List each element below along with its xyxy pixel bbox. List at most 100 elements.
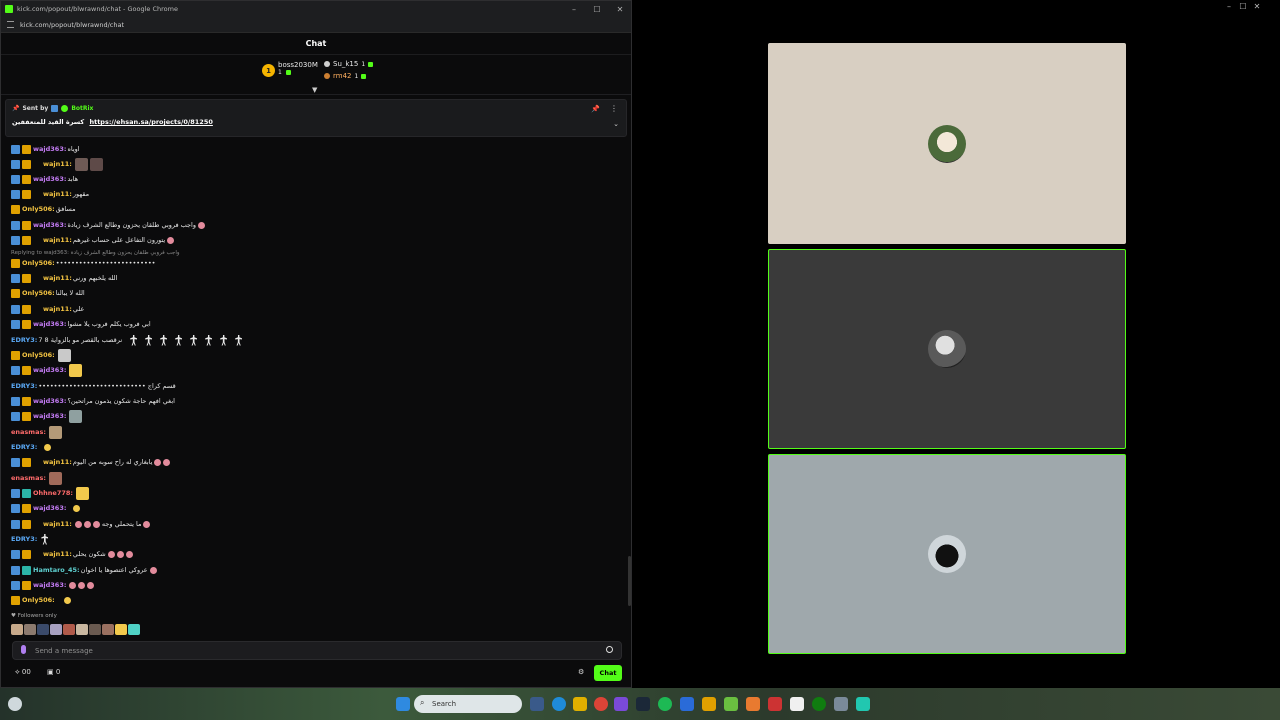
- close-icon[interactable]: ✕: [1250, 0, 1264, 12]
- username[interactable]: wajd363:: [33, 504, 66, 512]
- username[interactable]: Ohhne778:: [33, 489, 73, 497]
- username[interactable]: EDRY3:: [11, 443, 37, 451]
- mic-icon[interactable]: [21, 645, 26, 654]
- username[interactable]: wajd363:: [33, 221, 66, 229]
- pinned-message[interactable]: 📌 Sent by BotRix كسرة القيد للمتعففين ht…: [5, 99, 627, 137]
- username[interactable]: wajd363:: [33, 412, 66, 420]
- avatar[interactable]: [24, 624, 36, 635]
- spotify-icon[interactable]: [658, 697, 672, 711]
- avatar[interactable]: [89, 624, 101, 635]
- username[interactable]: wajd363:: [33, 320, 66, 328]
- start-icon[interactable]: [396, 697, 410, 711]
- app-icon[interactable]: [702, 697, 716, 711]
- username[interactable]: wajn11:: [43, 274, 72, 282]
- avatar[interactable]: [37, 624, 49, 635]
- username[interactable]: wajd363:: [33, 175, 66, 183]
- username[interactable]: wajd363:: [33, 581, 66, 589]
- participant-tile[interactable]: [768, 249, 1126, 449]
- avatar[interactable]: [128, 624, 140, 635]
- chat-message: wajd363:: [11, 578, 95, 592]
- app-icon[interactable]: [768, 697, 782, 711]
- chrome-icon[interactable]: [594, 697, 608, 711]
- collapse-arrow-icon[interactable]: ▼: [312, 86, 317, 94]
- avatar[interactable]: [102, 624, 114, 635]
- recent-chatters[interactable]: [11, 624, 140, 635]
- username[interactable]: wajd363:: [33, 145, 66, 153]
- edge-icon[interactable]: [552, 697, 566, 711]
- app-icon[interactable]: [724, 697, 738, 711]
- avatar[interactable]: [115, 624, 127, 635]
- emote: [116, 550, 124, 558]
- leaderboard-entry[interactable]: rm42 1: [324, 72, 367, 80]
- username[interactable]: Only506:: [22, 259, 55, 267]
- username[interactable]: Only506:: [22, 205, 55, 213]
- username[interactable]: wajn11:: [43, 305, 72, 313]
- badge-icon: [11, 144, 20, 154]
- minimize-icon[interactable]: –: [1222, 0, 1236, 12]
- emote: [198, 221, 205, 229]
- emoji-icon[interactable]: [606, 646, 613, 653]
- username[interactable]: wajn11:: [43, 520, 72, 528]
- username[interactable]: wajn11:: [43, 458, 72, 466]
- task-view-icon[interactable]: [530, 697, 544, 711]
- address-bar[interactable]: kick.com/popout/blwrawnd/chat: [1, 17, 631, 33]
- chat-messages[interactable]: wajd363: اوياه wajn11: wajd363: هابد wajn1…: [1, 142, 627, 612]
- crown-badge-icon: [11, 350, 20, 360]
- badge-icon: [11, 174, 20, 184]
- file-explorer-icon[interactable]: [573, 697, 587, 711]
- message-input[interactable]: Send a message: [12, 641, 622, 660]
- username[interactable]: Hamtaro_45:: [33, 566, 80, 574]
- username[interactable]: Only506:: [22, 596, 55, 604]
- participant-tile[interactable]: [768, 454, 1126, 654]
- maximize-icon[interactable]: ☐: [1236, 0, 1250, 12]
- pinned-link[interactable]: https://ehsan.sa/projects/0/81250: [89, 118, 212, 126]
- username[interactable]: enasmas:: [11, 474, 46, 482]
- username[interactable]: wajd363:: [33, 366, 66, 374]
- app-icon[interactable]: [790, 697, 804, 711]
- maximize-icon[interactable]: ☐: [586, 1, 608, 17]
- app-icon[interactable]: [856, 697, 870, 711]
- username[interactable]: EDRY3:: [11, 535, 37, 543]
- username[interactable]: wajd363:: [33, 397, 66, 405]
- points-counter[interactable]: ⟡ 00: [15, 668, 31, 677]
- leaderboard-entry[interactable]: boss2030M 1: [278, 61, 318, 76]
- xbox-icon[interactable]: [812, 697, 826, 711]
- username[interactable]: wajn11:: [43, 550, 72, 558]
- gear-icon[interactable]: ⚙: [578, 668, 584, 676]
- emote: [154, 458, 162, 466]
- crown-badge-icon: [22, 189, 31, 199]
- app-icon[interactable]: [834, 697, 848, 711]
- weather-icon[interactable]: [8, 697, 22, 711]
- chat-scrollbar[interactable]: [628, 556, 631, 606]
- more-options-icon[interactable]: ⋮: [610, 104, 618, 113]
- avatar[interactable]: [50, 624, 62, 635]
- username[interactable]: Only506:: [22, 289, 55, 297]
- app-icon[interactable]: [680, 697, 694, 711]
- username[interactable]: wajn11:: [43, 190, 72, 198]
- username[interactable]: Only506:: [22, 351, 55, 359]
- avatar[interactable]: [76, 624, 88, 635]
- unpin-icon[interactable]: 📌: [591, 105, 600, 113]
- minimize-icon[interactable]: –: [563, 1, 585, 17]
- steam-icon[interactable]: [636, 697, 650, 711]
- leaderboard-entry[interactable]: Su_k15 1: [324, 60, 374, 68]
- chat-message: Ohhne778:: [11, 486, 89, 500]
- username[interactable]: enasmas:: [11, 428, 46, 436]
- avatar[interactable]: [63, 624, 75, 635]
- send-chat-button[interactable]: Chat: [594, 665, 622, 681]
- participant-tile[interactable]: [768, 43, 1126, 244]
- site-info-icon[interactable]: [7, 21, 14, 28]
- close-icon[interactable]: ✕: [609, 1, 631, 17]
- avatar[interactable]: [11, 624, 23, 635]
- chevron-down-icon[interactable]: ⌄: [613, 120, 619, 128]
- app-icon[interactable]: [746, 697, 760, 711]
- username[interactable]: EDRY3:: [11, 382, 37, 390]
- gift-counter[interactable]: ▣ 0: [47, 668, 60, 676]
- username[interactable]: wajn11:: [43, 236, 72, 244]
- taskbar-search[interactable]: ⌕ Search: [414, 695, 522, 713]
- username[interactable]: EDRY3:: [11, 336, 37, 344]
- username[interactable]: wajn11:: [43, 160, 72, 168]
- chat-message: enasmas:: [11, 425, 62, 439]
- app-icon[interactable]: [614, 697, 628, 711]
- followers-only-label: Followers only: [17, 613, 57, 619]
